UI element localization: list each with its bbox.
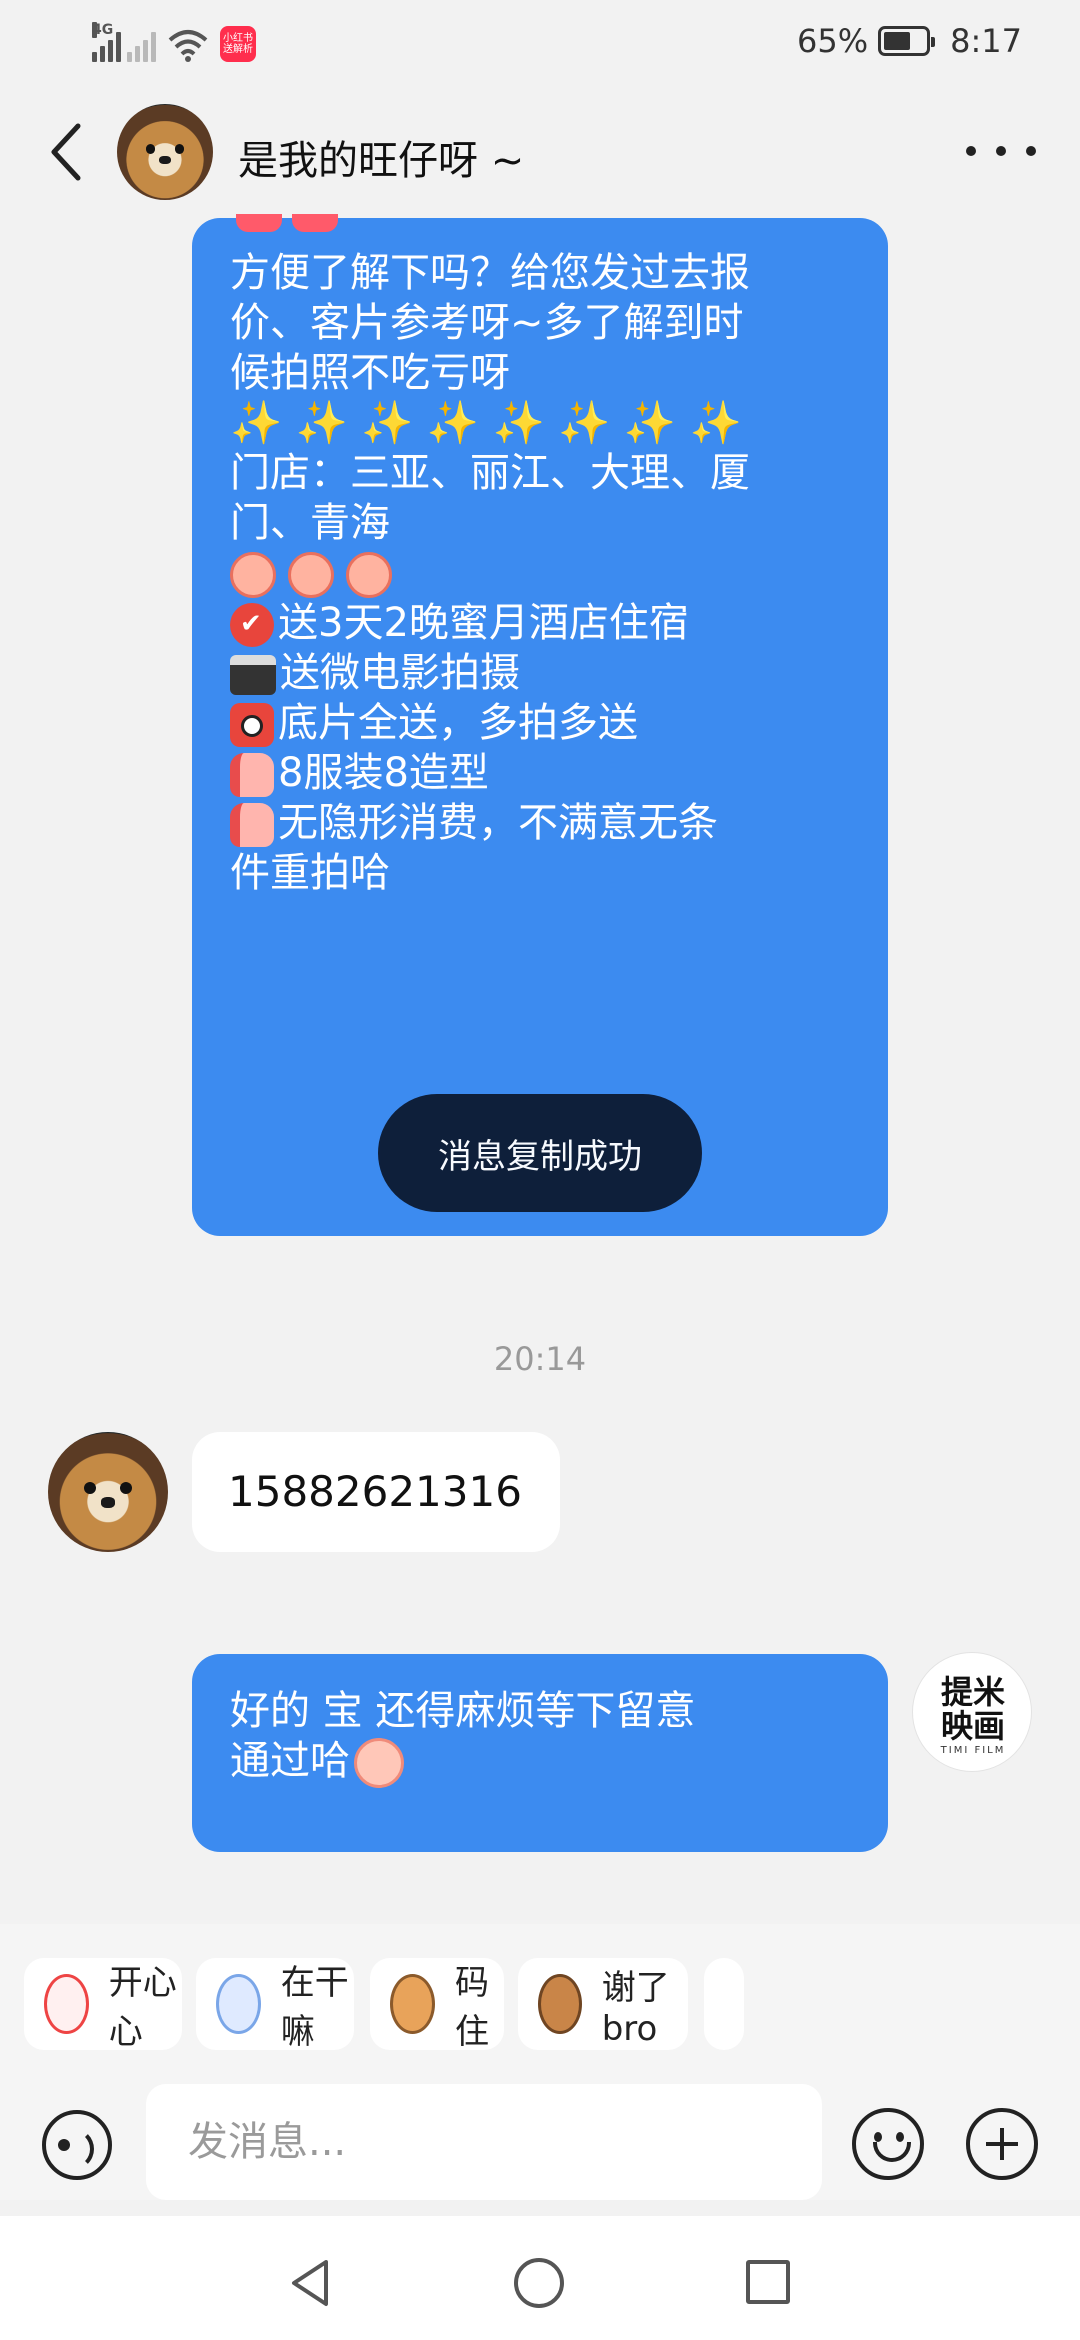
brand-sub: TIMI FILM [940, 1745, 1006, 1756]
thumbs-up-icon [230, 803, 274, 847]
app-notification-icon: 小红书 送解析 [220, 26, 256, 62]
sparkles-emoji-row: ✨ ✨ ✨ ✨ ✨ ✨ ✨ ✨ [230, 398, 742, 447]
clapperboard-icon [230, 655, 276, 695]
monkey-sticker-icon [390, 1974, 435, 2034]
emoji-icon[interactable] [852, 2108, 924, 2180]
nav-home-icon[interactable] [514, 2258, 564, 2308]
nav-back-icon[interactable] [288, 2258, 332, 2308]
message-line: 件重拍哈 [230, 850, 390, 896]
more-dots-icon [966, 146, 976, 156]
status-right: 65% 8:17 [797, 22, 1022, 60]
clock: 8:17 [950, 22, 1022, 60]
status-left-icons: 4G 小红书 送解析 [92, 22, 256, 62]
battery-icon [878, 26, 936, 56]
message-line: 送3天2晚蜜月酒店住宿 [230, 598, 852, 649]
message-line: 无隐形消费，不满意无条 [230, 798, 852, 848]
nav-recents-icon[interactable] [746, 2260, 790, 2304]
clap-emoji-icon [346, 552, 392, 598]
message-line: 价、客片参考呀~多了解到时 [230, 300, 744, 346]
cell-signal-icon: 4G [92, 22, 121, 62]
toast-copied: 消息复制成功 [378, 1094, 702, 1212]
message-line: 好的 宝 还得麻烦等下留意 [230, 1688, 696, 1734]
message-input[interactable] [146, 2084, 822, 2200]
emoji-row-cut-off [236, 214, 338, 232]
quick-reply-chip[interactable]: 开心心 [24, 1958, 182, 2052]
chat-title[interactable]: 是我的旺仔呀 ~ [238, 128, 524, 186]
message-line: 方便了解下吗？给您发过去报 [230, 250, 750, 296]
happy-sticker-icon [44, 1974, 89, 2034]
quick-reply-chip[interactable]: 谢了bro [518, 1958, 688, 2050]
cell-signal-2-icon [127, 28, 156, 62]
timestamp-separator: 20:14 [493, 1340, 587, 1378]
message-line: 通过哈 [230, 1736, 852, 1788]
app-badge-line1: 小红书 [223, 33, 253, 44]
network-tag: 4G [92, 22, 114, 38]
clap-emoji-icon [230, 552, 276, 598]
incoming-message-bubble[interactable]: 15882621316 [192, 1432, 560, 1552]
brand-logo: 提米 映画 [940, 1673, 1005, 1745]
system-nav-bar [0, 2216, 1080, 2340]
quick-reply-bar: 开心心 在干嘛 码住 谢了bro [0, 1924, 1080, 2084]
quick-reply-label: 谢了bro [601, 1967, 670, 2049]
more-options-button[interactable] [966, 136, 1036, 166]
quick-reply-chip[interactable]: 码住 [370, 1958, 504, 2052]
curious-sticker-icon [216, 1974, 261, 2034]
message-line: 底片全送，多拍多送 [230, 698, 852, 748]
voice-input-icon[interactable] [42, 2110, 112, 2180]
quick-reply-chip-partial[interactable] [704, 1958, 744, 2050]
wifi-icon [168, 30, 208, 62]
camera-icon [230, 703, 274, 747]
quick-reply-label: 码住 [454, 1963, 489, 2052]
chat-header: 是我的旺仔呀 ~ [0, 92, 1080, 212]
app-badge-line2: 送解析 [223, 44, 253, 55]
self-avatar[interactable]: 提米 映画 TIMI FILM [912, 1652, 1032, 1772]
message-line: 门、青海 [230, 500, 390, 546]
contact-avatar-small[interactable] [48, 1432, 168, 1552]
status-bar: 4G 小红书 送解析 65% 8:17 [0, 0, 1080, 88]
monkey-thanks-sticker-icon [538, 1974, 582, 2034]
message-line: 8服装8造型 [230, 748, 852, 798]
message-composer [0, 2084, 1080, 2200]
message-line: 送微电影拍摄 [230, 648, 852, 698]
message-line: 候拍照不吃亏呀 [230, 350, 510, 396]
peach-emoji-icon [354, 1738, 404, 1788]
check-badge-icon [230, 599, 274, 649]
thumbs-up-icon [230, 753, 274, 797]
battery-fill [884, 32, 911, 50]
contact-avatar[interactable] [117, 104, 213, 200]
outgoing-message-bubble[interactable]: 方便了解下吗？给您发过去报 价、客片参考呀~多了解到时 候拍照不吃亏呀 ✨ ✨ … [192, 214, 888, 1236]
message-line: 门店：三亚、丽江、大理、厦 [230, 450, 750, 496]
chevron-left-icon[interactable] [44, 120, 92, 184]
clap-emoji-row [230, 548, 852, 598]
plus-icon[interactable] [966, 2108, 1038, 2180]
quick-reply-label: 开心心 [108, 1963, 177, 2052]
outgoing-message-bubble[interactable]: 好的 宝 还得麻烦等下留意 通过哈 [192, 1654, 888, 1852]
chat-screen: 4G 小红书 送解析 65% 8:17 是我的旺仔呀 ~ 方便了解下吗？给您发过… [0, 0, 1080, 2340]
clap-emoji-icon [288, 552, 334, 598]
quick-reply-chip[interactable]: 在干嘛 [196, 1958, 354, 2052]
quick-reply-label: 在干嘛 [280, 1963, 349, 2052]
battery-percent: 65% [797, 22, 869, 60]
